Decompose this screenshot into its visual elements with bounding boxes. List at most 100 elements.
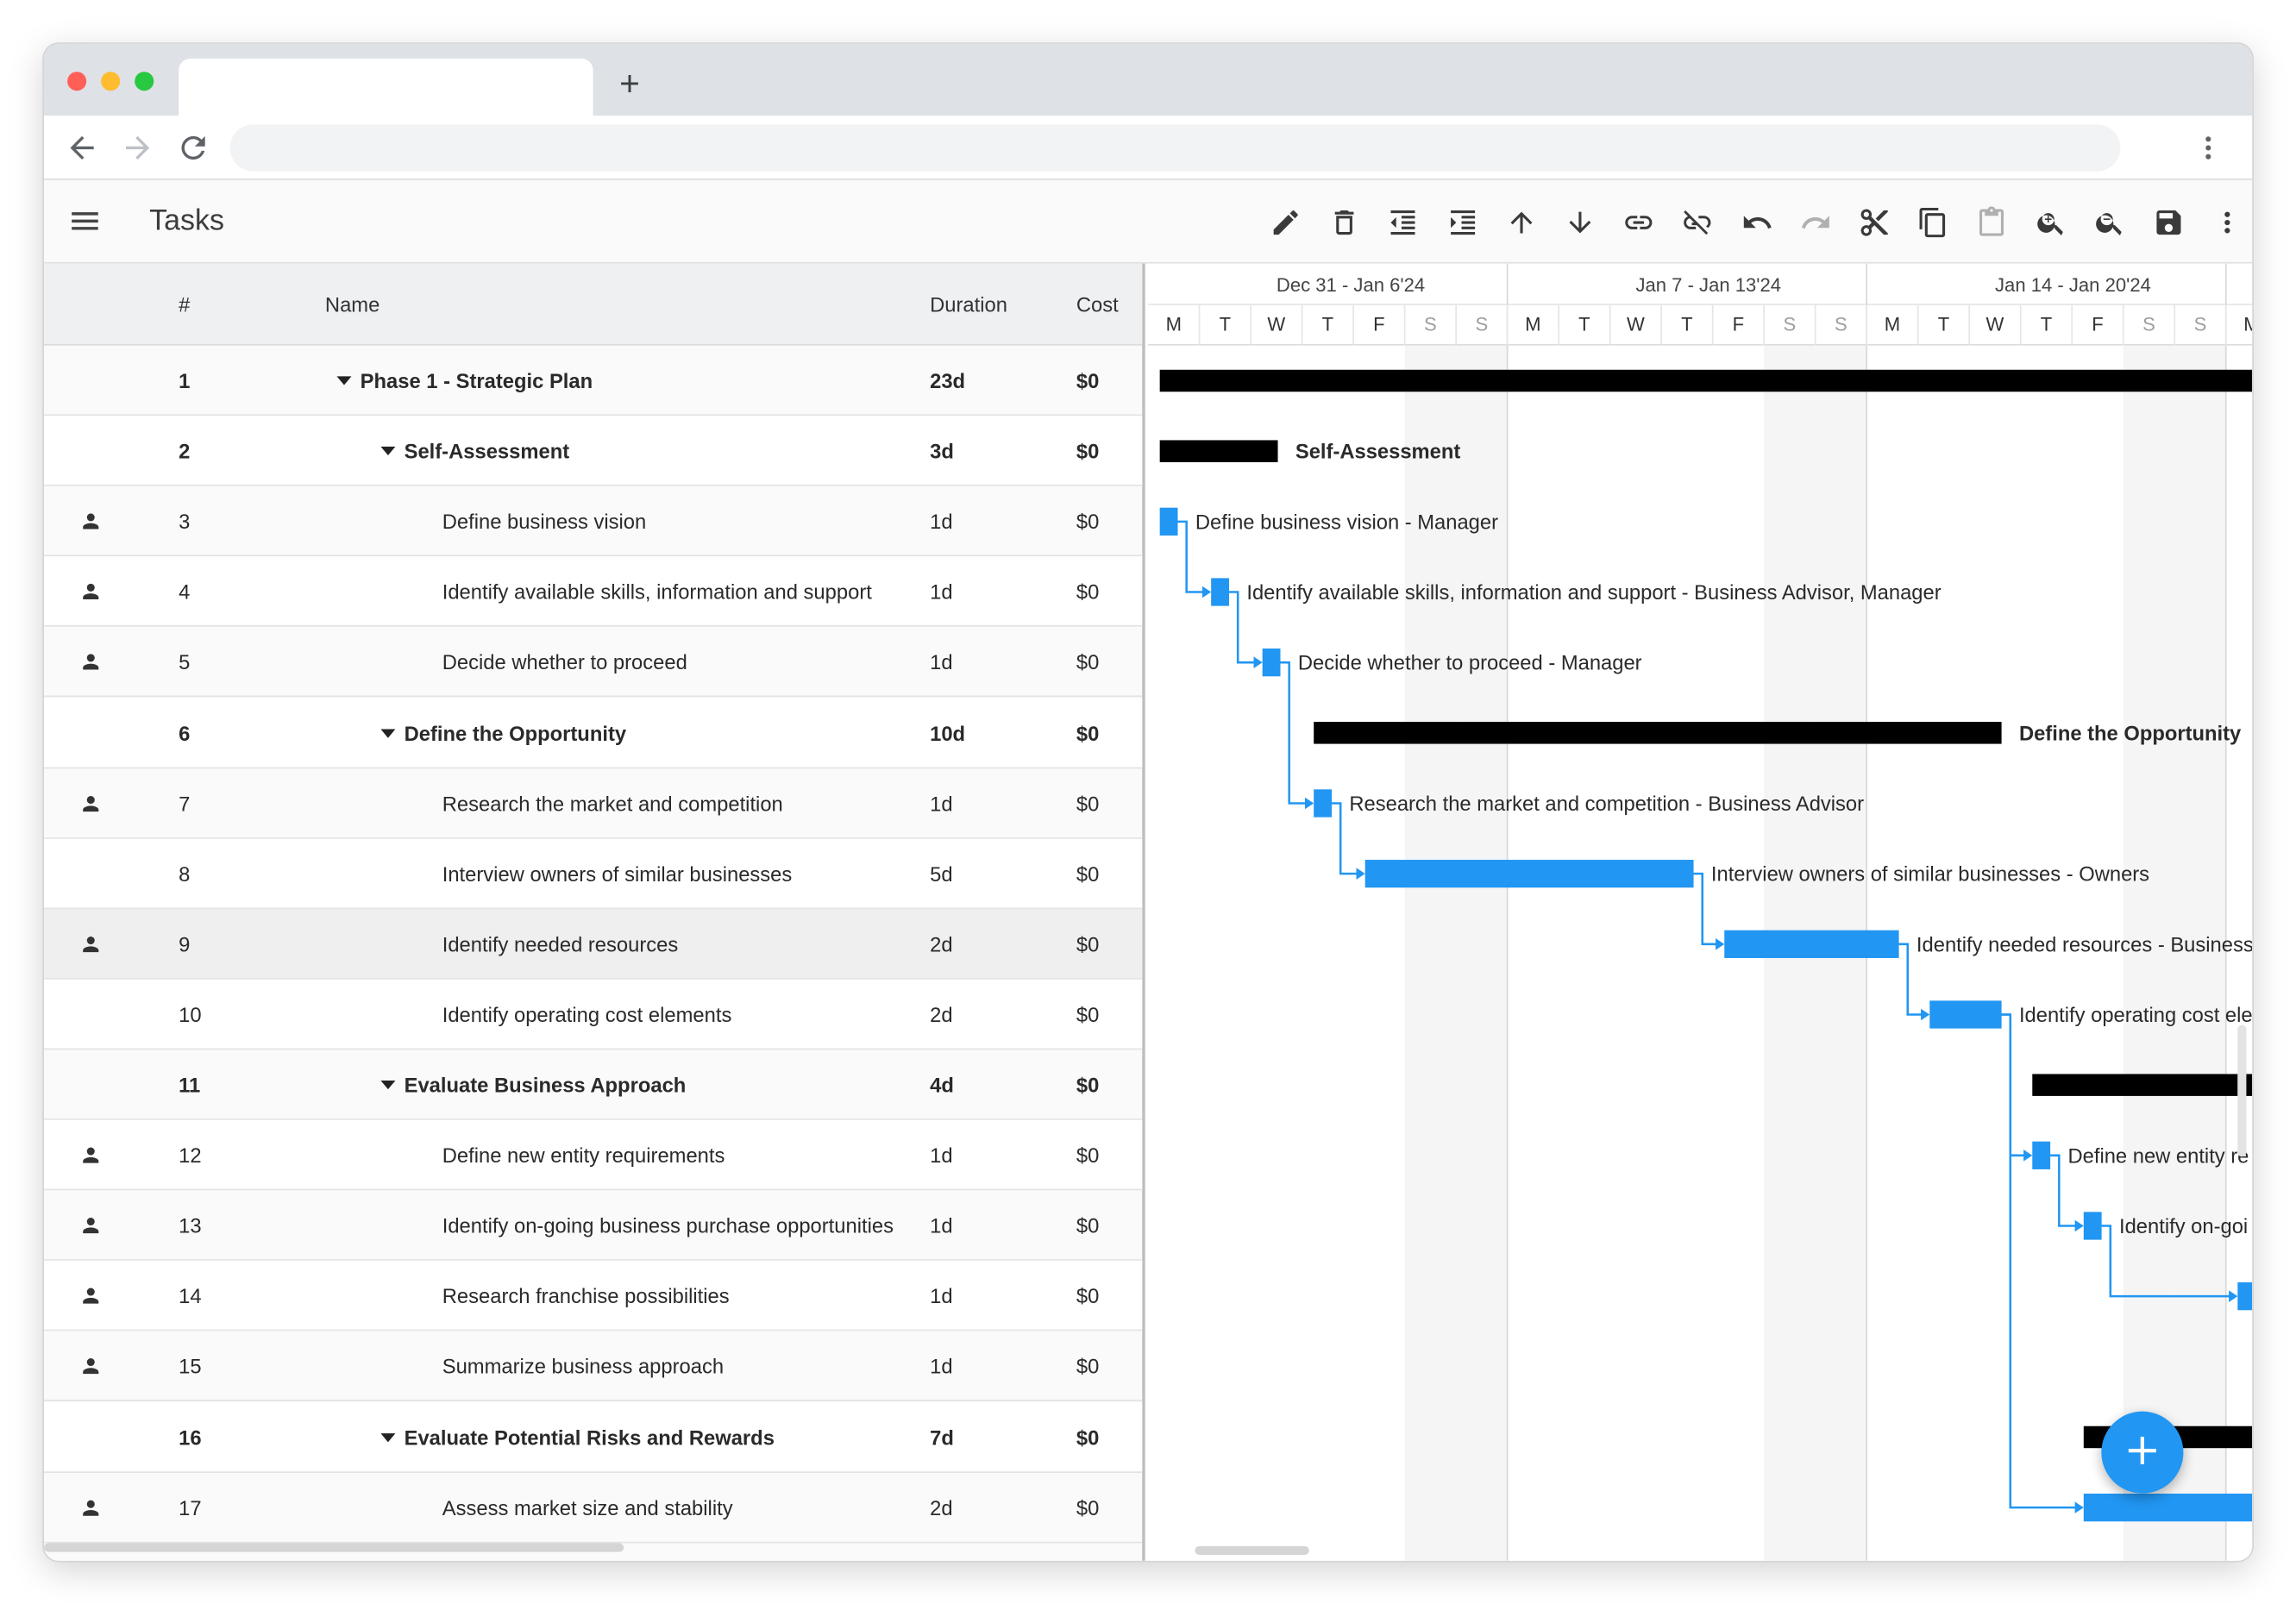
chart-vertical-scrollbar[interactable] (2237, 1024, 2247, 1157)
task-name[interactable]: Decide whether to proceed (442, 650, 687, 674)
task-duration[interactable]: 5d (930, 862, 952, 885)
task-duration[interactable]: 3d (930, 439, 954, 462)
person-icon[interactable] (79, 1214, 103, 1237)
outdent-button[interactable] (1374, 202, 1433, 243)
task-name[interactable]: Evaluate Business Approach (380, 1073, 686, 1097)
browser-menu-icon[interactable] (2191, 130, 2226, 166)
table-row[interactable]: 12 Define new entity requirements 1d $0 (43, 1119, 1143, 1191)
task-cost[interactable]: $0 (1076, 439, 1099, 462)
indent-button[interactable] (1433, 202, 1491, 243)
task-name[interactable]: Define the Opportunity (380, 721, 626, 744)
person-icon[interactable] (79, 580, 103, 604)
task-cost[interactable]: $0 (1076, 510, 1099, 533)
table-row[interactable]: 10 Identify operating cost elements 2d $0 (43, 979, 1143, 1050)
task-name[interactable]: Identify operating cost elements (442, 1003, 732, 1026)
person-icon[interactable] (79, 1284, 103, 1307)
task-duration[interactable]: 1d (930, 510, 952, 533)
column-header-name[interactable]: Name (325, 293, 380, 316)
forward-icon[interactable] (120, 130, 155, 166)
task-name[interactable]: Identify on-going business purchase oppo… (442, 1214, 894, 1237)
task-duration[interactable]: 4d (930, 1073, 954, 1096)
summary-bar[interactable] (1159, 369, 2253, 392)
table-row[interactable]: 4 Identify available skills, information … (43, 556, 1143, 628)
task-bar[interactable] (1314, 789, 1333, 818)
link-button[interactable] (1609, 202, 1668, 243)
person-icon[interactable] (79, 932, 103, 956)
task-bar[interactable] (2237, 1282, 2253, 1311)
collapse-caret-icon[interactable] (380, 1432, 396, 1442)
task-duration[interactable]: 2d (930, 932, 952, 956)
collapse-caret-icon[interactable] (380, 1080, 396, 1090)
browser-tab[interactable] (179, 58, 593, 116)
task-cost[interactable]: $0 (1076, 721, 1099, 744)
summary-bar[interactable] (2032, 1074, 2253, 1096)
task-bar[interactable] (1364, 860, 1694, 888)
person-icon[interactable] (79, 1495, 103, 1519)
save-button[interactable] (2139, 202, 2198, 243)
task-duration[interactable]: 1d (930, 1143, 952, 1167)
task-cost[interactable]: $0 (1076, 1143, 1099, 1167)
task-duration[interactable]: 1d (930, 650, 952, 674)
task-cost[interactable]: $0 (1076, 932, 1099, 956)
task-duration[interactable]: 2d (930, 1003, 952, 1026)
task-cost[interactable]: $0 (1076, 1425, 1099, 1449)
dependency-link[interactable] (1280, 661, 1311, 805)
table-row[interactable]: 6 Define the Opportunity 10d $0 (43, 698, 1143, 768)
paste-button[interactable] (1962, 202, 2021, 243)
person-icon[interactable] (79, 510, 103, 533)
table-row[interactable]: 14 Research franchise possibilities 1d $0 (43, 1261, 1143, 1331)
task-cost[interactable]: $0 (1076, 1003, 1099, 1026)
task-name[interactable]: Phase 1 - Strategic Plan (336, 369, 593, 392)
task-name[interactable]: Evaluate Potential Risks and Rewards (380, 1425, 775, 1449)
chart-horizontal-scrollbar[interactable] (1195, 1545, 1309, 1556)
task-cost[interactable]: $0 (1076, 862, 1099, 885)
person-icon[interactable] (79, 792, 103, 815)
task-name[interactable]: Identify available skills, information a… (442, 580, 872, 604)
table-row[interactable]: 9 Identify needed resources 2d $0 (43, 908, 1143, 980)
collapse-caret-icon[interactable] (380, 728, 396, 737)
task-name[interactable]: Research franchise possibilities (442, 1284, 730, 1307)
pencil-button[interactable] (1257, 202, 1315, 243)
add-task-button[interactable]: + (2101, 1411, 2184, 1494)
column-header-number[interactable]: # (179, 293, 190, 316)
task-cost[interactable]: $0 (1076, 650, 1099, 674)
task-name[interactable]: Self-Assessment (380, 439, 569, 463)
table-row[interactable]: 17 Assess market size and stability 2d $0 (43, 1472, 1143, 1543)
task-duration[interactable]: 2d (930, 1495, 952, 1519)
task-duration[interactable]: 1d (930, 792, 952, 815)
task-bar[interactable] (2083, 1494, 2253, 1522)
task-cost[interactable]: $0 (1076, 1214, 1099, 1237)
redo-button[interactable] (1786, 202, 1845, 243)
trash-button[interactable] (1315, 202, 1374, 243)
back-icon[interactable] (65, 130, 100, 166)
task-name[interactable]: Identify needed resources (442, 932, 679, 956)
table-row[interactable]: 5 Decide whether to proceed 1d $0 (43, 627, 1143, 698)
more-vert-button[interactable] (2198, 202, 2252, 243)
task-bar[interactable] (2083, 1212, 2102, 1240)
task-duration[interactable]: 1d (930, 1355, 952, 1378)
task-duration[interactable]: 1d (930, 580, 952, 604)
task-name[interactable]: Define new entity requirements (442, 1143, 725, 1167)
task-duration[interactable]: 1d (930, 1214, 952, 1237)
task-cost[interactable]: $0 (1076, 1073, 1099, 1096)
person-icon[interactable] (79, 1143, 103, 1167)
minimize-window-icon[interactable] (101, 72, 121, 91)
table-row[interactable]: 16 Evaluate Potential Risks and Rewards 7d… (43, 1401, 1143, 1473)
url-input[interactable] (229, 124, 2121, 172)
task-cost[interactable]: $0 (1076, 792, 1099, 815)
task-cost[interactable]: $0 (1076, 580, 1099, 604)
table-row[interactable]: 2 Self-Assessment 3d $0 (43, 416, 1143, 486)
collapse-caret-icon[interactable] (380, 446, 396, 456)
task-name[interactable]: Interview owners of similar businesses (442, 862, 793, 885)
person-icon[interactable] (79, 650, 103, 674)
task-bar[interactable] (2032, 1141, 2051, 1169)
column-header-duration[interactable]: Duration (930, 293, 1007, 316)
task-duration[interactable]: 10d (930, 721, 965, 744)
table-row[interactable]: 7 Research the market and competition 1d $0 (43, 768, 1143, 839)
arrow-up-button[interactable] (1492, 202, 1551, 243)
dependency-link[interactable] (2001, 1013, 2029, 1157)
grid-horizontal-scrollbar[interactable] (43, 1543, 624, 1552)
task-cost[interactable]: $0 (1076, 1355, 1099, 1378)
task-cost[interactable]: $0 (1076, 369, 1099, 392)
task-bar[interactable] (1724, 930, 1899, 958)
